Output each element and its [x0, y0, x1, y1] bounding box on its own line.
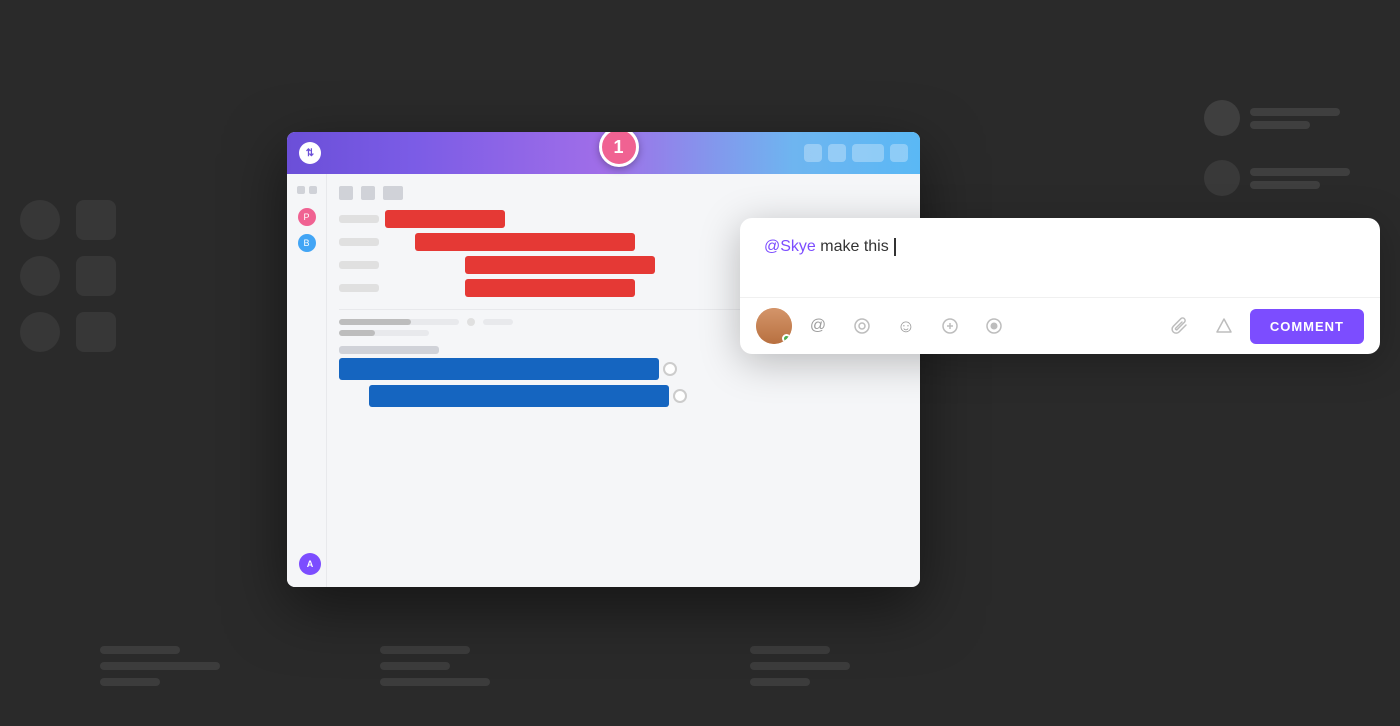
search-icon: [828, 144, 846, 162]
comment-mention: @Skye: [764, 238, 816, 255]
header-right-icons: [804, 144, 908, 162]
drive-icon: [1215, 317, 1233, 335]
bar-indicator-2: [673, 389, 687, 403]
app-screenshot: ⇅ 1 P B: [287, 132, 920, 587]
comment-popup: @Skye make this @ ☺: [740, 218, 1380, 354]
gantt-bar-red-1: [385, 210, 505, 228]
clickup-icon: [853, 317, 871, 335]
toolbar-icon-2: [361, 186, 375, 200]
app-header: ⇅ 1: [287, 132, 920, 174]
gantt-bar-red-3: [465, 256, 655, 274]
blue-label: [339, 346, 439, 354]
emoji-button[interactable]: ☺: [888, 308, 924, 344]
gantt-label-1: [339, 215, 379, 223]
clickup-button[interactable]: [844, 308, 880, 344]
bell-icon: [804, 144, 822, 162]
comment-text: make this: [816, 238, 893, 255]
gantt-bar-blue-1: [339, 358, 659, 380]
app-toolbar: [339, 186, 908, 200]
online-status-dot: [782, 334, 791, 343]
target-button[interactable]: [976, 308, 1012, 344]
gantt-bar-red-4: [465, 279, 635, 297]
drive-button[interactable]: [1206, 308, 1242, 344]
bg-left-panel: [20, 200, 116, 352]
attachment-button[interactable]: [1162, 308, 1198, 344]
blue-bar-row-1: [339, 358, 908, 380]
toolbar-icon-3: [383, 186, 403, 200]
target-icon: [985, 317, 1003, 335]
comment-cursor: [894, 238, 896, 256]
app-logo: ⇅: [299, 142, 321, 164]
app-sidebar: P B: [287, 174, 327, 587]
mention-button[interactable]: @: [800, 308, 836, 344]
menu-icon: [852, 144, 884, 162]
progress-bar-bg-2: [339, 330, 429, 336]
pen-button[interactable]: [932, 308, 968, 344]
sidebar-add-icon: [309, 186, 317, 194]
gantt-bar-blue-2: [369, 385, 669, 407]
sidebar-avatar-1: P: [298, 208, 316, 226]
pen-icon: [941, 317, 959, 335]
progress-bar-bg-1: [339, 319, 459, 325]
bg-bottom: [100, 646, 1300, 686]
paperclip-icon: [1171, 316, 1189, 336]
app-footer: A: [299, 553, 321, 575]
notification-badge: 1: [599, 132, 639, 167]
grid-icon: [890, 144, 908, 162]
bar-indicator-1: [663, 362, 677, 376]
comment-text-area[interactable]: @Skye make this: [740, 218, 1380, 298]
footer-avatar: A: [299, 553, 321, 575]
comment-submit-button[interactable]: COMMENT: [1250, 309, 1364, 344]
sidebar-grid-icon: [297, 186, 305, 194]
commenter-avatar: [756, 308, 792, 344]
gantt-label-4: [339, 284, 379, 292]
blue-bar-row-2: [339, 385, 908, 407]
gantt-bar-red-2: [415, 233, 635, 251]
progress-label-1: [483, 319, 513, 325]
gantt-label-2: [339, 238, 379, 246]
comment-toolbar: @ ☺: [740, 298, 1380, 354]
gantt-blue-section: [339, 346, 908, 407]
gantt-label-3: [339, 261, 379, 269]
progress-bar-fill-2: [339, 330, 375, 336]
sidebar-avatar-2: B: [298, 234, 316, 252]
progress-bar-fill-1: [339, 319, 411, 325]
toolbar-icon-1: [339, 186, 353, 200]
progress-dot-1: [467, 318, 475, 326]
